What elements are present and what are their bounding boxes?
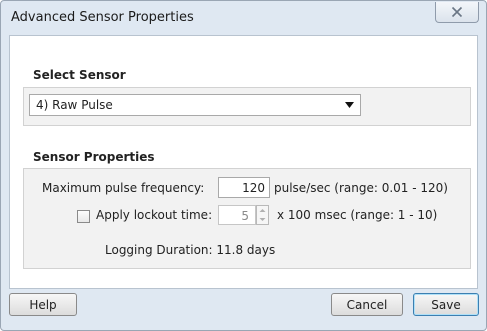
dropdown-arrow-icon [345, 102, 354, 108]
title-bar[interactable]: Advanced Sensor Properties [1, 1, 486, 35]
lockout-label: Apply lockout time: [96, 208, 213, 222]
sensor-dropdown-value: 4) Raw Pulse [36, 98, 113, 112]
lockout-unit: x 100 msec (range: 1 - 10) [277, 208, 438, 222]
lockout-input[interactable]: 5 [218, 205, 256, 225]
lockout-spinner[interactable] [256, 205, 269, 225]
cancel-button[interactable]: Cancel [331, 293, 403, 316]
max-frequency-unit: pulse/sec (range: 0.01 - 120) [274, 181, 448, 195]
max-frequency-value: 120 [242, 181, 265, 195]
save-button-label: Save [431, 297, 461, 312]
max-frequency-input[interactable]: 120 [218, 177, 270, 198]
lockout-value: 5 [241, 209, 249, 223]
spin-down-icon[interactable] [257, 215, 268, 224]
lockout-checkbox[interactable] [77, 210, 90, 223]
sensor-properties-heading: Sensor Properties [33, 150, 155, 164]
max-frequency-label: Maximum pulse frequency: [42, 181, 205, 195]
select-sensor-heading: Select Sensor [33, 68, 126, 82]
dialog-window: Advanced Sensor Properties Select Sensor… [0, 0, 487, 331]
window-title: Advanced Sensor Properties [11, 10, 194, 25]
cancel-button-label: Cancel [346, 297, 388, 312]
help-button-label: Help [29, 297, 57, 312]
help-button[interactable]: Help [9, 293, 77, 316]
close-icon [451, 6, 463, 18]
close-button[interactable] [435, 2, 479, 23]
save-button[interactable]: Save [413, 293, 479, 316]
logging-duration: Logging Duration: 11.8 days [105, 243, 276, 257]
sensor-dropdown[interactable]: 4) Raw Pulse [29, 94, 361, 116]
spin-up-icon[interactable] [257, 206, 268, 215]
